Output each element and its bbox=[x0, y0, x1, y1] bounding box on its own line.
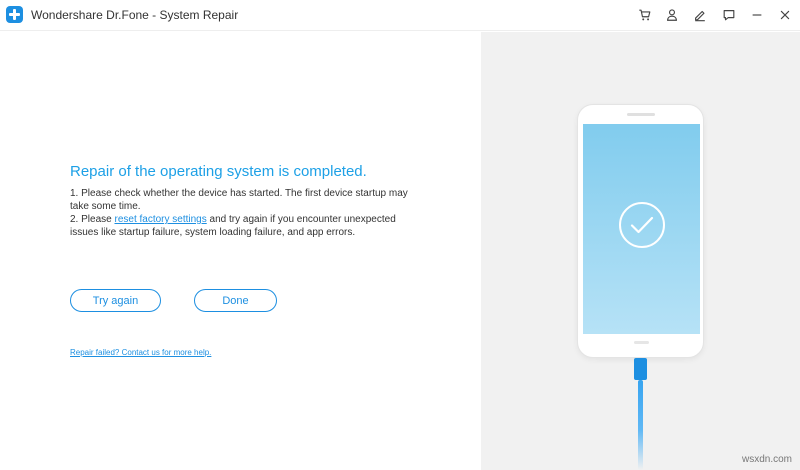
close-icon[interactable] bbox=[776, 6, 794, 24]
instructions: 1. Please check whether the device has s… bbox=[70, 187, 410, 239]
user-icon[interactable] bbox=[663, 6, 681, 24]
cart-icon[interactable] bbox=[636, 6, 654, 24]
instruction-2-prefix: 2. Please bbox=[70, 214, 115, 225]
completion-heading: Repair of the operating system is comple… bbox=[70, 163, 367, 180]
contact-help-link[interactable]: Repair failed? Contact us for more help. bbox=[70, 348, 211, 357]
phone-home-bar bbox=[634, 341, 649, 344]
window-title: Wondershare Dr.Fone - System Repair bbox=[31, 8, 239, 22]
app-window: Wondershare Dr.Fone - System Repair Repa… bbox=[0, 0, 800, 470]
edit-icon[interactable] bbox=[691, 6, 709, 24]
device-illustration-panel bbox=[481, 32, 800, 470]
phone-illustration bbox=[577, 104, 704, 358]
usb-plug-icon bbox=[634, 358, 647, 380]
instruction-1: 1. Please check whether the device has s… bbox=[70, 188, 408, 212]
done-button[interactable]: Done bbox=[194, 289, 277, 312]
usb-cable bbox=[638, 380, 643, 470]
minimize-icon[interactable] bbox=[748, 6, 766, 24]
app-logo-icon bbox=[6, 6, 23, 23]
watermark: wsxdn.com bbox=[741, 454, 792, 465]
phone-screen bbox=[583, 124, 700, 334]
try-again-button[interactable]: Try again bbox=[70, 289, 161, 312]
title-bar: Wondershare Dr.Fone - System Repair bbox=[0, 0, 800, 31]
checkmark-icon bbox=[619, 202, 665, 248]
phone-speaker bbox=[627, 113, 655, 116]
reset-factory-settings-link[interactable]: reset factory settings bbox=[114, 214, 206, 225]
repair-result-panel: Repair of the operating system is comple… bbox=[0, 32, 481, 470]
instruction-2: 2. Please reset factory settings and try… bbox=[70, 213, 410, 239]
feedback-icon[interactable] bbox=[720, 6, 738, 24]
